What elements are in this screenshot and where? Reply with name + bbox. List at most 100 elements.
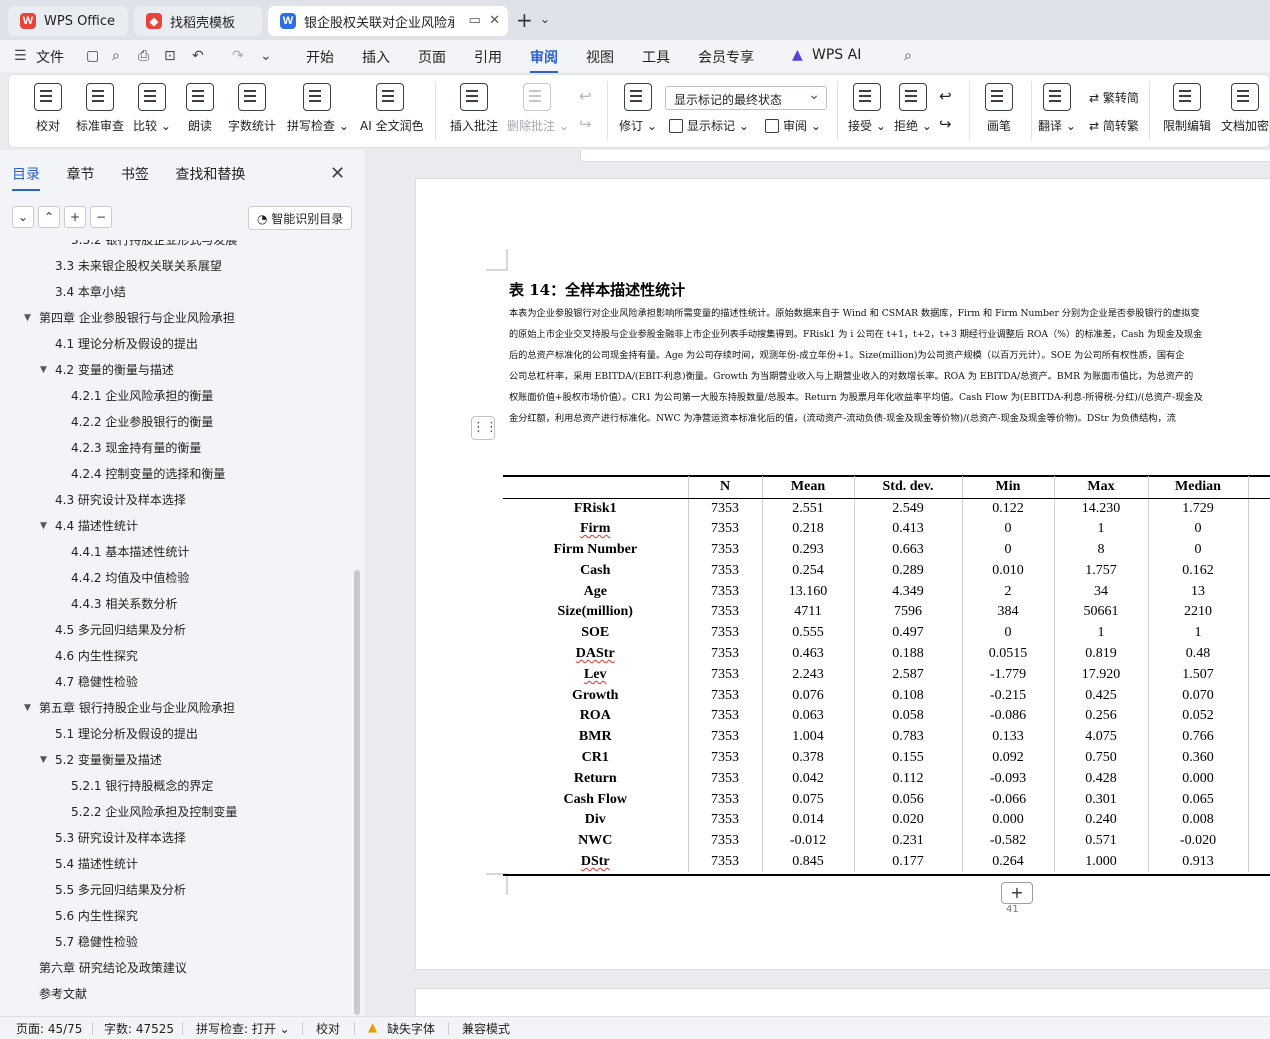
next-comment-icon[interactable]: ↪ — [579, 115, 592, 133]
row-header-cell[interactable]: ROA — [503, 705, 689, 727]
table-cell[interactable]: 0.48 — [1148, 643, 1249, 665]
table-cell[interactable]: 0.256 — [1054, 705, 1149, 727]
table-cell[interactable]: 0.0515 — [962, 643, 1055, 665]
toc-item[interactable]: 5.4 描述性统计 — [55, 851, 138, 877]
menu-references[interactable]: 引用 — [474, 47, 502, 67]
tab-toc[interactable]: 目录 — [12, 167, 40, 183]
table-cell[interactable]: -0.582 — [962, 830, 1055, 852]
table-cell[interactable]: 0.162 — [1148, 560, 1249, 582]
toc-item[interactable]: 4.2.1 企业风险承担的衡量 — [71, 383, 213, 409]
table-cell[interactable]: 0.112 — [854, 768, 963, 790]
standard-review-button[interactable]: 标准审查 — [70, 83, 130, 134]
table-cell[interactable]: 0.428 — [1054, 768, 1149, 790]
table-cell[interactable]: 1 — [1148, 622, 1249, 644]
row-header-cell[interactable]: DAStr — [503, 643, 689, 665]
collapse-up-icon[interactable]: ⌃ — [38, 206, 60, 228]
toc-item[interactable]: 5.2.1 银行持股概念的界定 — [71, 773, 213, 799]
row-header-cell[interactable]: Cash Flow — [503, 789, 689, 810]
table-cell[interactable] — [1248, 581, 1270, 602]
table-cell[interactable]: 0.293 — [762, 539, 855, 561]
table-cell[interactable]: 1.757 — [1054, 560, 1149, 582]
tab-bookmarks[interactable]: 书签 — [121, 167, 149, 183]
table-cell[interactable]: 7353 — [688, 643, 763, 665]
table-cell[interactable]: 2 — [962, 581, 1055, 602]
track-changes-button[interactable]: 修订 ⌄ — [608, 83, 668, 134]
table-header-cell[interactable]: Mean — [762, 476, 855, 499]
table-cell[interactable] — [1248, 518, 1270, 540]
table-cell[interactable]: 0.231 — [854, 830, 963, 852]
table-cell[interactable]: 0.425 — [1054, 685, 1149, 706]
translate-button[interactable]: 翻译 ⌄ — [1027, 83, 1087, 134]
tab-sections[interactable]: 章节 — [66, 167, 94, 183]
smart-toc-button[interactable]: ◔ 智能识别目录 — [248, 206, 353, 230]
table-cell[interactable]: 2.243 — [762, 664, 855, 686]
toc-item[interactable]: 4.3 研究设计及样本选择 — [55, 487, 186, 513]
table-cell[interactable]: 2.551 — [762, 498, 855, 519]
table-header-cell[interactable]: Median — [1148, 476, 1249, 499]
toc-item[interactable]: 5.6 内生性探究 — [55, 903, 138, 929]
missing-font-indicator[interactable]: 缺失字体 — [387, 1020, 435, 1037]
table-cell[interactable]: 1 — [1054, 518, 1149, 540]
table-header-cell[interactable] — [503, 476, 689, 499]
table-cell[interactable] — [1248, 643, 1270, 665]
table-cell[interactable]: 1.004 — [762, 726, 855, 748]
toc-item[interactable]: 3.3 未来银企股权关联关系展望 — [55, 253, 222, 279]
table-cell[interactable]: 0.913 — [1148, 851, 1249, 873]
chevron-down-icon[interactable]: ⌄ — [540, 12, 550, 26]
toc-item[interactable]: ▼ 第五章 银行持股企业与企业风险承担 — [24, 695, 235, 721]
row-header-cell[interactable]: SOE — [503, 622, 689, 644]
table-cell[interactable]: 2.549 — [854, 498, 963, 519]
row-header-cell[interactable]: Age — [503, 581, 689, 602]
toc-item[interactable]: 4.6 内生性探究 — [55, 643, 138, 669]
table-cell[interactable]: 0.076 — [762, 685, 855, 706]
table-cell[interactable]: 0.058 — [854, 705, 963, 727]
table-cell[interactable]: -0.066 — [962, 789, 1055, 810]
table-cell[interactable]: 7353 — [688, 664, 763, 686]
toc-item[interactable]: 4.4.1 基本描述性统计 — [71, 539, 189, 565]
menu-insert[interactable]: 插入 — [362, 47, 390, 67]
table-cell[interactable]: 4.349 — [854, 581, 963, 602]
menu-review[interactable]: 审阅 — [530, 47, 558, 73]
toc-item[interactable]: 5.5 多元回归结果及分析 — [55, 877, 186, 903]
toc-item[interactable]: 4.2.4 控制变量的选择和衡量 — [71, 461, 225, 487]
toc-item[interactable]: ▼ 4.2 变量的衡量与描述 — [40, 357, 174, 383]
table-cell[interactable]: 0.014 — [762, 809, 855, 831]
table-cell[interactable]: 0.240 — [1054, 809, 1149, 831]
expand-arrow-icon[interactable]: ▼ — [24, 305, 31, 331]
toc-item[interactable]: ▼ 4.4 描述性统计 — [40, 513, 138, 539]
toc-item[interactable]: 5.2.2 企业风险承担及控制变量 — [71, 799, 237, 825]
toc-item[interactable]: 第六章 研究结论及政策建议 — [39, 955, 187, 981]
table-cell[interactable]: 7353 — [688, 830, 763, 852]
previous-comment-icon[interactable]: ↩ — [579, 87, 592, 105]
table-cell[interactable]: 7353 — [688, 726, 763, 748]
table-cell[interactable] — [1248, 768, 1270, 790]
descriptive-stats-table[interactable]: N Mean Std. dev. Min Max Median FRisk1 7353 2.5… — [503, 476, 1270, 873]
table-cell[interactable]: 0.092 — [962, 747, 1055, 769]
table-cell[interactable]: -0.020 — [1148, 830, 1249, 852]
table-cell[interactable]: 7353 — [688, 498, 763, 519]
tab-current-document[interactable]: W 银企股权关联对企业风险承担 ▭ ✕ — [268, 6, 508, 36]
table-cell[interactable] — [1248, 498, 1270, 519]
menu-home[interactable]: 开始 — [306, 47, 334, 67]
toc-item[interactable]: 4.2.3 现金持有量的衡量 — [71, 435, 201, 461]
table-cell[interactable] — [1248, 560, 1270, 582]
redo-icon[interactable]: ↷ — [232, 48, 244, 64]
table-cell[interactable] — [1248, 726, 1270, 748]
trad-to-simp-button[interactable]: ⇄ 繁转简 — [1089, 89, 1139, 106]
table-cell[interactable]: 1.507 — [1148, 664, 1249, 686]
delete-comment-button[interactable]: 删除批注 ⌄ — [507, 83, 569, 134]
table-cell[interactable]: 0.845 — [762, 851, 855, 873]
close-tab-icon[interactable]: ✕ — [489, 13, 500, 28]
add-row-button[interactable]: + — [1001, 882, 1033, 904]
table-cell[interactable]: 8 — [1054, 539, 1149, 561]
table-cell[interactable]: 7353 — [688, 768, 763, 790]
row-header-cell[interactable]: NWC — [503, 830, 689, 852]
table-cell[interactable]: 0.075 — [762, 789, 855, 810]
tab-find-replace[interactable]: 查找和替换 — [175, 167, 245, 183]
table-cell[interactable]: 0.301 — [1054, 789, 1149, 810]
table-cell[interactable]: 2210 — [1148, 601, 1249, 623]
spell-check-toggle[interactable]: 拼写检查: 打开 ⌄ — [196, 1020, 290, 1037]
toc-item[interactable]: 4.5 多元回归结果及分析 — [55, 617, 186, 643]
row-header-cell[interactable]: Div — [503, 809, 689, 831]
markup-display-select[interactable]: 显示标记的最终状态 — [665, 86, 827, 110]
